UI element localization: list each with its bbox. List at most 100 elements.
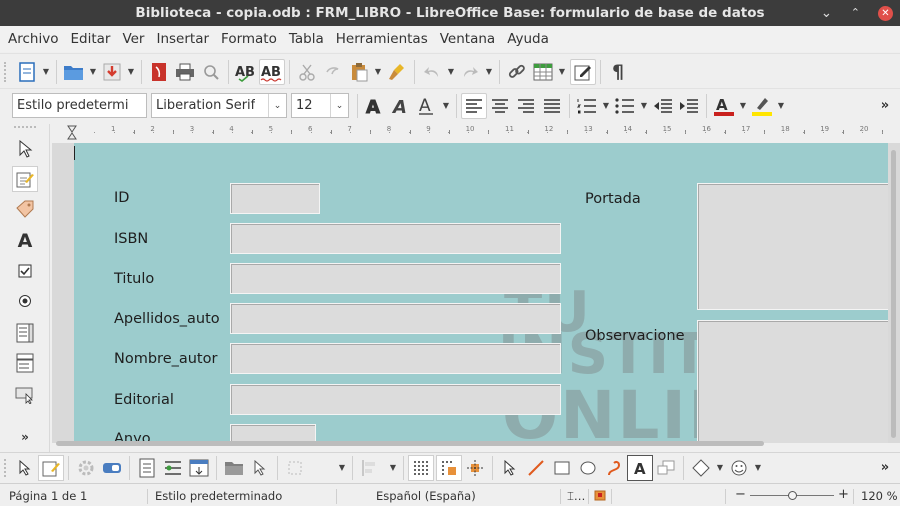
copy-icon[interactable]: [320, 59, 346, 85]
menu-editar[interactable]: Editar: [64, 31, 116, 47]
menu-ayuda[interactable]: Ayuda: [501, 31, 555, 47]
symbol-shapes-icon[interactable]: [726, 455, 752, 481]
undo-dropdown-icon[interactable]: ▼: [445, 67, 457, 76]
option-button-icon[interactable]: [12, 288, 38, 314]
print-icon[interactable]: [172, 59, 198, 85]
chevron-down-icon[interactable]: ⌄: [330, 94, 348, 117]
text-box-icon[interactable]: A: [12, 228, 38, 254]
design-mode-icon[interactable]: [570, 58, 596, 85]
design-mode-toggle-icon[interactable]: [12, 166, 38, 192]
language-status[interactable]: Español (España): [376, 489, 476, 503]
list-box-icon[interactable]: [12, 320, 38, 346]
clone-formatting-icon[interactable]: [384, 59, 410, 85]
menu-formato[interactable]: Formato: [215, 31, 283, 47]
push-button-icon[interactable]: [12, 382, 38, 408]
menu-archivo[interactable]: Archivo: [2, 31, 64, 47]
increase-indent-icon[interactable]: [676, 93, 702, 119]
open-dropdown-icon[interactable]: ▼: [87, 67, 99, 76]
more-controls-icon[interactable]: »: [12, 424, 38, 450]
form-properties-icon[interactable]: [99, 455, 125, 481]
helplines-while-moving-icon[interactable]: [462, 455, 488, 481]
zoom-in-icon[interactable]: +: [838, 487, 849, 502]
redo-icon[interactable]: [457, 59, 483, 85]
align-right-icon[interactable]: [513, 93, 539, 119]
position-size-icon[interactable]: [282, 455, 308, 481]
cut-icon[interactable]: [294, 59, 320, 85]
numbered-dropdown-icon[interactable]: ▼: [600, 101, 612, 110]
select-icon[interactable]: [12, 455, 38, 481]
zoom-out-icon[interactable]: −: [735, 487, 746, 502]
isbn-field[interactable]: [230, 223, 561, 254]
editorial-field[interactable]: [230, 384, 561, 415]
hyperlink-icon[interactable]: [504, 59, 530, 85]
apellidos-autor-field[interactable]: [230, 303, 561, 334]
close-button[interactable]: ✕: [878, 6, 893, 21]
vertical-scrollbar[interactable]: [891, 150, 896, 438]
new-document-icon[interactable]: [14, 59, 40, 85]
decrease-indent-icon[interactable]: [650, 93, 676, 119]
zoom-slider-thumb[interactable]: [788, 491, 797, 500]
underline-dropdown-icon[interactable]: ▼: [440, 101, 452, 110]
more-tools-icon[interactable]: »: [872, 455, 898, 481]
label-field-icon[interactable]: [12, 196, 38, 222]
checkbox-icon[interactable]: [12, 258, 38, 284]
align-center-icon[interactable]: [487, 93, 513, 119]
symbol-dropdown-icon[interactable]: ▼: [752, 463, 764, 472]
save-icon[interactable]: [99, 59, 125, 85]
paste-dropdown-icon[interactable]: ▼: [372, 67, 384, 76]
undo-icon[interactable]: [419, 59, 445, 85]
redo-dropdown-icon[interactable]: ▼: [483, 67, 495, 76]
paste-icon[interactable]: [346, 59, 372, 85]
menu-tabla[interactable]: Tabla: [283, 31, 330, 47]
save-dropdown-icon[interactable]: ▼: [125, 67, 137, 76]
design-mode-on-off-icon[interactable]: [38, 454, 64, 481]
font-size-combo[interactable]: 12 ⌄: [291, 93, 349, 118]
position-dropdown-icon[interactable]: ▼: [336, 463, 348, 472]
bold-icon[interactable]: A: [362, 93, 388, 119]
snap-to-grid-icon[interactable]: [436, 454, 462, 481]
select-pointer-icon[interactable]: [12, 136, 38, 162]
ellipse-tool-icon[interactable]: [575, 455, 601, 481]
zoom-level[interactable]: 120 %: [861, 489, 898, 503]
portada-image-field[interactable]: [697, 183, 888, 310]
print-preview-icon[interactable]: [198, 59, 224, 85]
activation-order-icon[interactable]: [186, 455, 212, 481]
formatting-marks-icon[interactable]: ¶: [605, 59, 631, 85]
curve-tool-icon[interactable]: [601, 455, 627, 481]
font-color-dropdown-icon[interactable]: ▼: [737, 101, 749, 110]
form-navigator-icon[interactable]: [134, 455, 160, 481]
bullet-dropdown-icon[interactable]: ▼: [638, 101, 650, 110]
justify-icon[interactable]: [539, 93, 565, 119]
bullet-list-icon[interactable]: [612, 93, 638, 119]
insert-mode-icon[interactable]: ⌶…: [567, 489, 585, 504]
menu-ventana[interactable]: Ventana: [434, 31, 501, 47]
minimize-button[interactable]: ⌄: [821, 0, 832, 26]
open-folder-icon[interactable]: [61, 59, 87, 85]
font-color-icon[interactable]: A: [711, 93, 737, 119]
new-dropdown-icon[interactable]: ▼: [40, 67, 52, 76]
display-grid-icon[interactable]: [408, 454, 434, 481]
align-dropdown-icon[interactable]: ▼: [387, 463, 399, 472]
insert-table-icon[interactable]: [530, 59, 556, 85]
highlight-icon[interactable]: [749, 93, 775, 119]
rectangle-tool-icon[interactable]: [549, 455, 575, 481]
open-design-folder-icon[interactable]: [221, 455, 247, 481]
align-left-icon[interactable]: [461, 92, 487, 119]
menu-insertar[interactable]: Insertar: [150, 31, 215, 47]
observaciones-field[interactable]: [697, 320, 888, 443]
wizards-pointer-icon[interactable]: [247, 455, 273, 481]
shapes-dropdown-icon[interactable]: ▼: [714, 463, 726, 472]
font-name-combo[interactable]: Liberation Serif ⌄: [151, 93, 287, 118]
table-dropdown-icon[interactable]: ▼: [556, 67, 568, 76]
callouts-icon[interactable]: [653, 455, 679, 481]
ruler-tab-stop-icon[interactable]: [64, 124, 890, 142]
basic-shapes-icon[interactable]: [688, 455, 714, 481]
line-tool-icon[interactable]: [523, 455, 549, 481]
add-field-icon[interactable]: [160, 455, 186, 481]
more-options-icon[interactable]: »: [872, 93, 898, 119]
combo-box-icon[interactable]: [12, 350, 38, 376]
highlight-dropdown-icon[interactable]: ▼: [775, 101, 787, 110]
export-pdf-icon[interactable]: [146, 59, 172, 85]
text-tool-icon[interactable]: A: [627, 454, 653, 481]
align-objects-icon[interactable]: [357, 455, 383, 481]
